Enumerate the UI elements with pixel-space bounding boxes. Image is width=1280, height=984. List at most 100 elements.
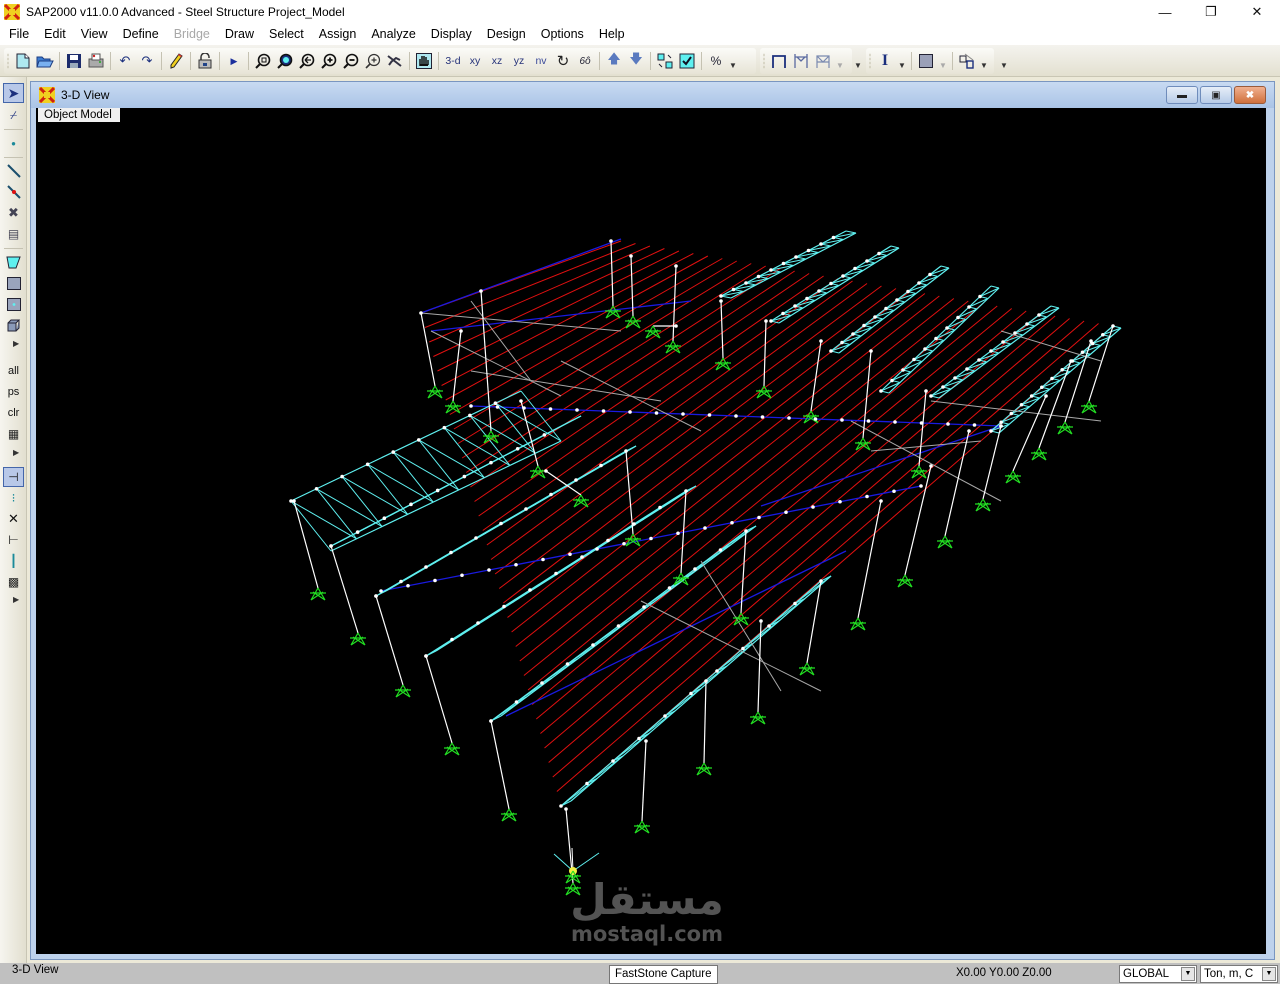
redo-button[interactable]: ↷ (136, 50, 158, 72)
restore-full-view-button[interactable] (274, 50, 296, 72)
toolbar-options-chevron[interactable]: ▼ (998, 50, 1010, 72)
save-button[interactable] (63, 50, 85, 72)
menu-file[interactable]: File (2, 24, 37, 45)
display-options-dropdown[interactable]: ▼ (978, 50, 990, 72)
area-section-button[interactable] (915, 50, 937, 72)
pan-zoom-button[interactable] (362, 50, 384, 72)
child-window-title-bar[interactable]: 3-D View ▬ ▣ ✖ (31, 82, 1274, 108)
model-viewport[interactable]: Object Model مستقل mostaql.com (36, 108, 1266, 954)
menu-display[interactable]: Display (424, 24, 480, 45)
child-maximize-button[interactable]: ▣ (1200, 86, 1232, 104)
truss-joint (934, 336, 938, 341)
toolbar-expand-arrow[interactable]: ▶ (13, 448, 23, 458)
frame-section-button[interactable]: I (874, 50, 896, 72)
menu-view[interactable]: View (74, 24, 116, 45)
area-section-dropdown[interactable]: ▼ (937, 50, 949, 72)
zoom-out-icon (343, 53, 359, 69)
close-button[interactable]: ✕ (1234, 0, 1280, 24)
draw-frame-button[interactable] (3, 161, 24, 181)
toolbar-options-chevron[interactable]: ▼ (727, 50, 739, 72)
rubber-band-zoom-button[interactable] (252, 50, 274, 72)
draw-2d-frame-button[interactable] (768, 50, 790, 72)
fly-through-button[interactable] (384, 50, 406, 72)
pan-button[interactable] (413, 50, 435, 72)
units-select[interactable]: Ton, m, C ▼ (1200, 965, 1278, 983)
move-up-button[interactable]: 🡅 (603, 50, 625, 72)
undo-button[interactable]: ↶ (114, 50, 136, 72)
get-previous-selection-button[interactable] (654, 50, 676, 72)
show-undeformed-shape-button[interactable]: % (705, 50, 727, 72)
quick-draw-braces-button[interactable]: ✖ (3, 203, 24, 223)
snap-midpoint-button[interactable]: ⁝ (3, 488, 24, 508)
menu-options[interactable]: Options (534, 24, 592, 45)
draw-truss-button[interactable] (812, 50, 834, 72)
menu-analyze[interactable]: Analyze (364, 24, 423, 45)
menu-help[interactable]: Help (592, 24, 633, 45)
view-xz-button[interactable]: xz (486, 50, 508, 72)
clear-selection-button[interactable]: clr (3, 403, 24, 423)
menu-select[interactable]: Select (262, 24, 312, 45)
frame-dropdown-arrow[interactable]: ▼ (834, 50, 846, 72)
get-previous-selection-left-button[interactable]: ps (3, 382, 24, 402)
zoom-in-button[interactable] (318, 50, 340, 72)
quick-draw-secondary-beams-button[interactable]: ▤ (3, 224, 24, 244)
structure-model-drawing[interactable] (36, 108, 1266, 954)
draw-portal-frame-button[interactable] (790, 50, 812, 72)
perspective-toggle-button[interactable]: 6ô (574, 50, 596, 72)
lock-model-button[interactable] (194, 50, 216, 72)
truss-joint (829, 281, 833, 286)
run-analysis-button[interactable]: ▶ (223, 50, 245, 72)
minimize-button[interactable]: — (1142, 0, 1188, 24)
zoom-out-button[interactable] (340, 50, 362, 72)
truss-diagonal (907, 284, 928, 292)
column (904, 465, 932, 576)
new-model-button[interactable] (12, 50, 34, 72)
toolbar-expand-arrow[interactable]: ▶ (13, 339, 23, 349)
snap-perpendicular-button[interactable]: ⊢ (3, 530, 24, 550)
joint (879, 499, 883, 503)
select-all-button[interactable] (676, 50, 698, 72)
fixed-support-icon (395, 684, 411, 698)
toolbar-options-chevron[interactable]: ▼ (852, 50, 864, 72)
refresh-window-button[interactable] (165, 50, 187, 72)
set-display-options-button[interactable] (956, 50, 978, 72)
draw-solid-button[interactable] (3, 315, 24, 335)
draw-joint-button[interactable]: ● (3, 133, 24, 153)
menu-edit[interactable]: Edit (37, 24, 74, 45)
view-yz-button[interactable]: yz (508, 50, 530, 72)
select-all-left-button[interactable]: all (3, 361, 24, 381)
quick-draw-frame-button[interactable] (3, 182, 24, 202)
truss-joint (449, 550, 453, 555)
move-down-button[interactable]: 🡇 (625, 50, 647, 72)
purlin (552, 320, 1085, 778)
open-button[interactable] (34, 50, 56, 72)
toolbar-expand-arrow[interactable]: ▶ (13, 595, 23, 605)
rotate-3d-button[interactable]: ↻ (552, 50, 574, 72)
view-nv-button[interactable]: nv (530, 50, 552, 72)
maximize-button[interactable]: ❐ (1188, 0, 1234, 24)
menu-draw[interactable]: Draw (218, 24, 262, 45)
print-graphics-button[interactable] (85, 50, 107, 72)
menu-define[interactable]: Define (116, 24, 167, 45)
child-minimize-button[interactable]: ▬ (1166, 86, 1198, 104)
rotate-3d-icon: ↻ (556, 53, 570, 70)
draw-rect-area-button[interactable] (3, 273, 24, 293)
coord-system-select[interactable]: GLOBAL ▼ (1119, 965, 1197, 983)
quick-draw-area-button[interactable] (3, 294, 24, 314)
menu-design[interactable]: Design (480, 24, 534, 45)
reshape-object-button[interactable]: ⌿ (3, 105, 24, 125)
pointer-select-button[interactable]: ➤ (3, 83, 24, 103)
snap-intersection-button[interactable]: ✕ (3, 509, 24, 529)
draw-poly-area-button[interactable] (3, 252, 24, 272)
menu-assign[interactable]: Assign (312, 24, 365, 45)
truss-joint (1050, 376, 1054, 381)
frame-section-dropdown[interactable]: ▼ (896, 50, 908, 72)
snap-fine-grid-button[interactable]: ▩ (3, 572, 24, 592)
child-close-button[interactable]: ✖ (1234, 86, 1266, 104)
view-3d-button[interactable]: 3-d (442, 50, 464, 72)
view-xy-button[interactable]: xy (464, 50, 486, 72)
snap-points-button[interactable]: ⊣ (3, 467, 24, 487)
intersecting-line-select-button[interactable]: ▦ (3, 424, 24, 444)
snap-line-button[interactable]: ┃ (3, 551, 24, 571)
restore-previous-zoom-button[interactable] (296, 50, 318, 72)
